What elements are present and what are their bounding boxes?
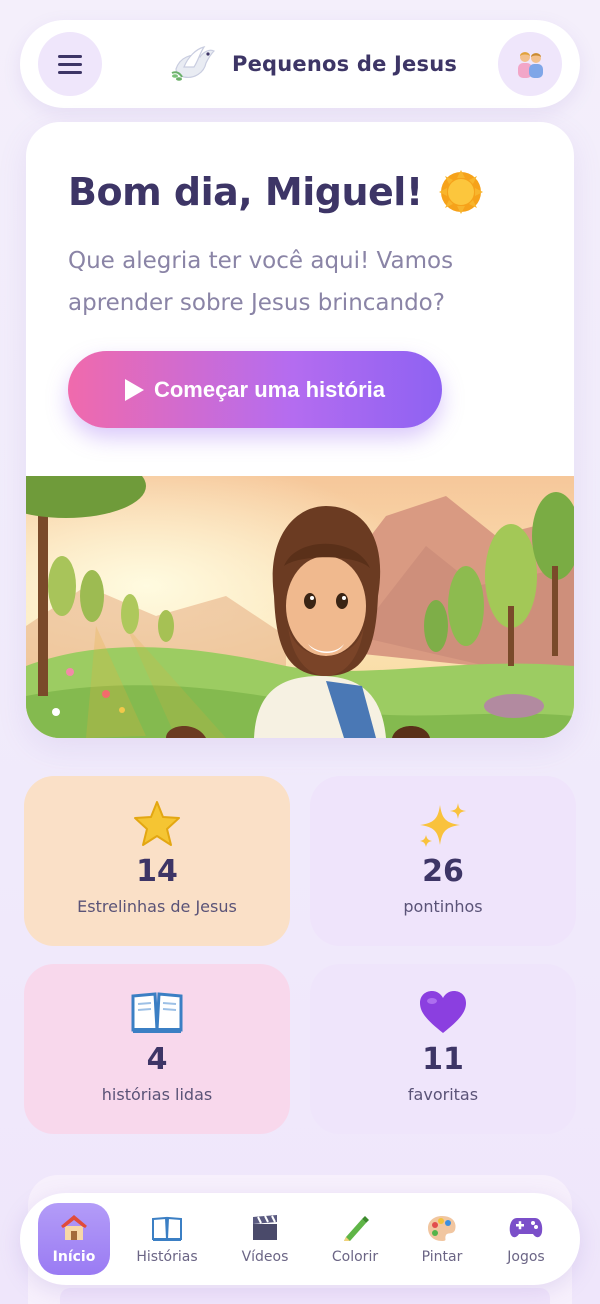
nav-label: Histórias <box>136 1249 198 1265</box>
book-icon <box>151 1213 183 1243</box>
house-icon <box>59 1213 89 1243</box>
sparkles-icon <box>418 798 468 850</box>
nav-item-pintar[interactable]: Pintar <box>406 1203 478 1275</box>
top-header: Pequenos de Jesus <box>20 20 580 108</box>
hamburger-icon <box>58 55 82 74</box>
play-icon <box>124 378 144 401</box>
palette-icon <box>426 1213 458 1243</box>
peek-strip <box>60 1288 550 1304</box>
nav-label: Vídeos <box>241 1249 289 1265</box>
nav-label: Colorir <box>331 1249 379 1265</box>
brand: Pequenos de Jesus <box>170 38 457 90</box>
crayon-icon <box>340 1213 370 1243</box>
stat-card-favorites[interactable]: 11 favoritas <box>310 964 576 1134</box>
jesus-landscape-illustration <box>26 476 574 738</box>
clapperboard-icon <box>250 1213 280 1243</box>
nav-item-colorir[interactable]: Colorir <box>319 1203 391 1275</box>
stat-label: favoritas <box>407 1085 479 1104</box>
nav-label: Início <box>52 1249 96 1265</box>
star-icon <box>132 798 182 850</box>
nav-item-videos[interactable]: Vídeos <box>229 1203 301 1275</box>
start-story-label: Começar uma história <box>153 376 386 402</box>
welcome-card: Bom dia, Miguel! Que alegria ter você aq… <box>26 122 574 738</box>
stat-value: 4 <box>146 1042 168 1077</box>
nav-item-historias[interactable]: Histórias <box>131 1203 203 1275</box>
menu-button[interactable] <box>38 32 102 96</box>
greeting: Bom dia, Miguel! <box>68 168 485 216</box>
nav-item-inicio[interactable]: Início <box>38 1203 110 1275</box>
stat-value: 14 <box>136 854 178 889</box>
stat-value: 26 <box>422 854 464 889</box>
parents-icon <box>518 52 543 78</box>
app-title: Pequenos de Jesus <box>232 52 458 76</box>
stat-card-stars[interactable]: 14 Estrelinhas de Jesus <box>24 776 290 946</box>
nav-label: Jogos <box>507 1249 545 1265</box>
stat-label: histórias lidas <box>101 1085 213 1104</box>
gamepad-icon <box>509 1213 543 1243</box>
greeting-subtitle: Que alegria ter você aqui! Vamos aprende… <box>68 248 454 316</box>
stat-label: pontinhos <box>403 897 483 916</box>
book-icon <box>131 986 183 1038</box>
bottom-navigation: Início Histórias Vídeos Colorir Pintar J… <box>20 1193 580 1285</box>
stat-card-stories-read[interactable]: 4 histórias lidas <box>24 964 290 1134</box>
nav-label: Pintar <box>421 1249 463 1265</box>
profile-button[interactable] <box>498 32 562 96</box>
sun-icon <box>438 170 483 214</box>
greeting-title: Bom dia, Miguel! <box>68 170 423 214</box>
stat-label: Estrelinhas de Jesus <box>77 897 237 916</box>
stat-value: 11 <box>422 1042 464 1077</box>
stat-card-points[interactable]: 26 pontinhos <box>310 776 576 946</box>
start-story-button[interactable]: Começar uma história <box>68 351 442 428</box>
dove-icon <box>171 46 216 81</box>
heart-icon <box>418 986 468 1038</box>
nav-item-jogos[interactable]: Jogos <box>490 1203 562 1275</box>
